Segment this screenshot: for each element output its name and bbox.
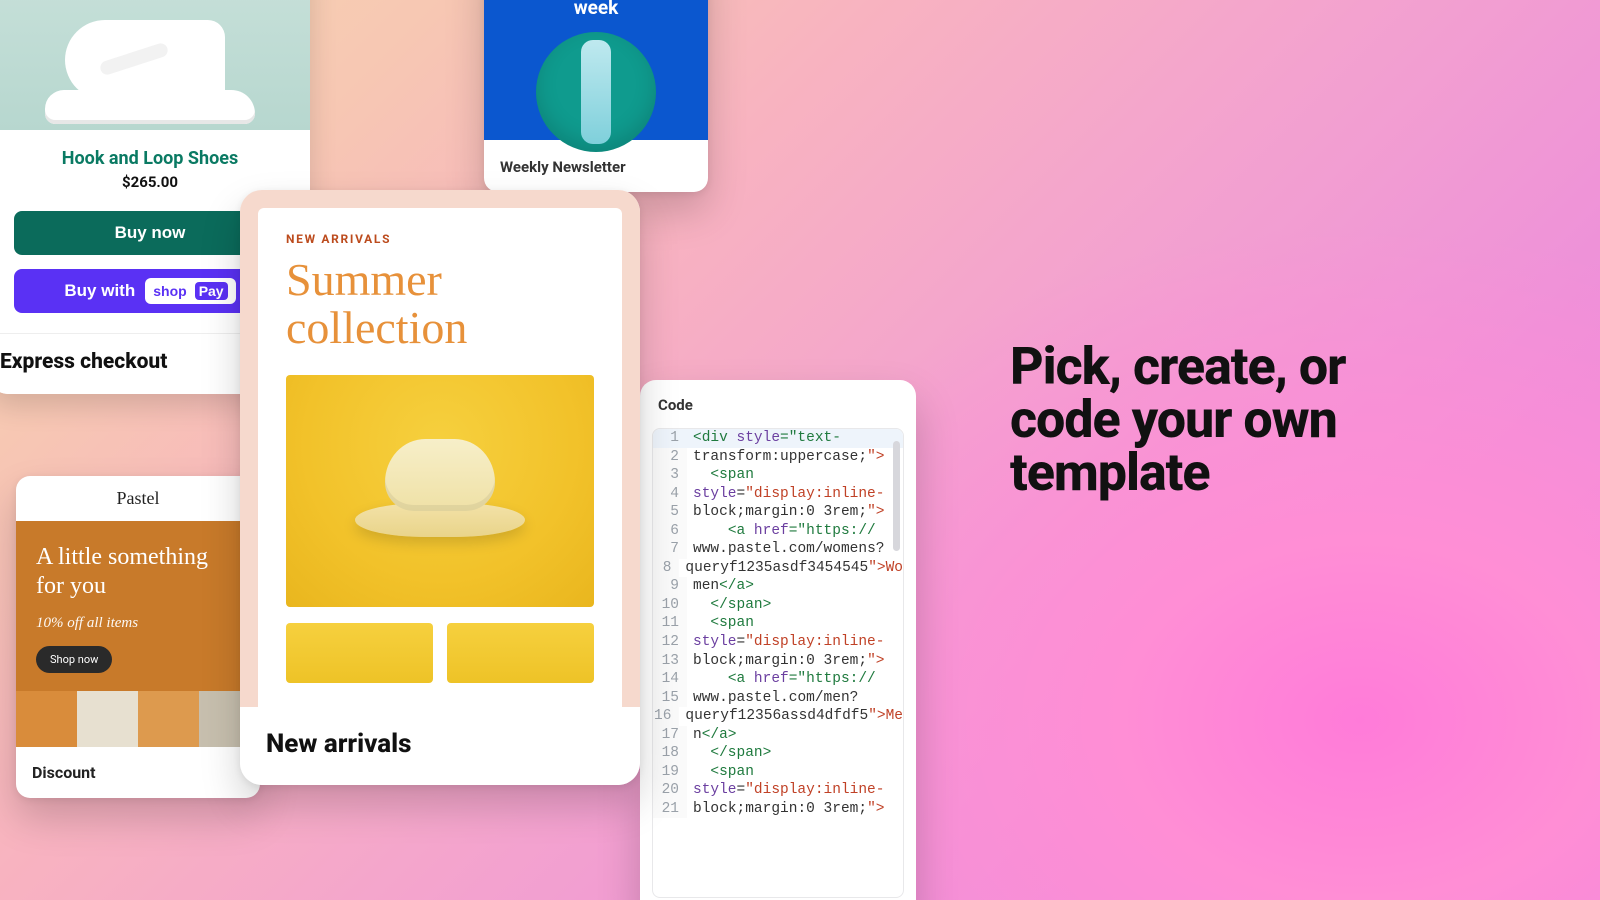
- code-line: 20style="display:inline-: [653, 781, 903, 800]
- thumb: [286, 623, 433, 683]
- line-text: www.pastel.com/womens?: [687, 540, 903, 559]
- collection-hero-image: [286, 375, 594, 607]
- line-text: <a href="https://: [687, 522, 903, 541]
- line-number: 17: [653, 726, 687, 745]
- line-number: 15: [653, 689, 687, 708]
- line-text: block;margin:0 3rem;">: [687, 652, 903, 671]
- line-number: 12: [653, 633, 687, 652]
- line-number: 21: [653, 800, 687, 819]
- product-title: Hook and Loop Shoes: [6, 148, 294, 169]
- line-text: queryf12356assd4dfdf5">Me: [679, 707, 903, 726]
- code-lines: 1<div style="text-2transform:uppercase;"…: [653, 429, 903, 818]
- product-price: $265.00: [6, 173, 294, 191]
- line-text: men</a>: [687, 577, 903, 596]
- shoe-illustration: [35, 10, 265, 130]
- code-line: 13block;margin:0 3rem;">: [653, 652, 903, 671]
- product-image: [0, 0, 310, 130]
- brand-name: Pastel: [16, 476, 260, 521]
- shop-now-button[interactable]: Shop now: [36, 646, 112, 673]
- scrollbar[interactable]: [893, 441, 900, 551]
- line-number: 8: [653, 559, 679, 578]
- code-line: 21block;margin:0 3rem;">: [653, 800, 903, 819]
- line-number: 19: [653, 763, 687, 782]
- card-caption: New arrivals: [240, 707, 640, 785]
- shop-pay-badge: shopPay: [145, 278, 235, 304]
- line-number: 10: [653, 596, 687, 615]
- line-number: 7: [653, 540, 687, 559]
- code-line: 1<div style="text-: [653, 429, 903, 448]
- template-card-discount[interactable]: Pastel A little something for you 10% of…: [16, 476, 260, 798]
- line-number: 18: [653, 744, 687, 763]
- line-number: 11: [653, 614, 687, 633]
- line-text: <div style="text-: [687, 429, 903, 448]
- shop-pay-prefix: Buy with: [64, 281, 135, 301]
- line-text: </span>: [687, 596, 903, 615]
- code-line: 12style="display:inline-: [653, 633, 903, 652]
- line-text: <a href="https://: [687, 670, 903, 689]
- code-line: 15www.pastel.com/men?: [653, 689, 903, 708]
- collection-thumbnails: [286, 623, 594, 683]
- line-text: <span: [687, 614, 903, 633]
- line-number: 20: [653, 781, 687, 800]
- promo-subtitle: 10% off all items: [36, 615, 240, 632]
- headline: Pick, create, or code your own template: [1010, 340, 1440, 499]
- line-number: 4: [653, 485, 687, 504]
- code-line: 17n</a>: [653, 726, 903, 745]
- template-card-new-arrivals[interactable]: NEW ARRIVALS Summer collection New arriv…: [240, 190, 640, 785]
- line-text: style="display:inline-: [687, 485, 903, 504]
- hat-illustration: [355, 431, 525, 551]
- code-panel-title: Code: [640, 380, 916, 420]
- code-line: 19 <span: [653, 763, 903, 782]
- line-number: 14: [653, 670, 687, 689]
- line-text: transform:uppercase;">: [687, 448, 903, 467]
- line-number: 1: [653, 429, 687, 448]
- code-line: 4style="display:inline-: [653, 485, 903, 504]
- promo-image-strip: [16, 691, 260, 747]
- line-text: block;margin:0 3rem;">: [687, 503, 903, 522]
- line-number: 13: [653, 652, 687, 671]
- code-line: 9men</a>: [653, 577, 903, 596]
- code-line: 11 <span: [653, 614, 903, 633]
- promo-hero: A little something for you 10% off all i…: [16, 521, 260, 691]
- code-line: 10 </span>: [653, 596, 903, 615]
- code-line: 7www.pastel.com/womens?: [653, 540, 903, 559]
- code-line: 18 </span>: [653, 744, 903, 763]
- promo-title: A little something for you: [36, 543, 240, 601]
- line-number: 3: [653, 466, 687, 485]
- code-line: 2transform:uppercase;">: [653, 448, 903, 467]
- code-line: 5block;margin:0 3rem;">: [653, 503, 903, 522]
- line-number: 5: [653, 503, 687, 522]
- line-text: <span: [687, 466, 903, 485]
- line-text: style="display:inline-: [687, 633, 903, 652]
- line-number: 6: [653, 522, 687, 541]
- eyebrow-label: NEW ARRIVALS: [286, 232, 594, 246]
- line-text: n</a>: [687, 726, 903, 745]
- thumb: [447, 623, 594, 683]
- line-text: </span>: [687, 744, 903, 763]
- code-line: 14 <a href="https://: [653, 670, 903, 689]
- line-text: queryf1235asdf3454545">Wo: [679, 559, 903, 578]
- code-line: 6 <a href="https://: [653, 522, 903, 541]
- code-panel[interactable]: Code 1<div style="text-2transform:upperc…: [640, 380, 916, 900]
- bottle-illustration: [536, 32, 656, 152]
- line-text: block;margin:0 3rem;">: [687, 800, 903, 819]
- code-editor[interactable]: 1<div style="text-2transform:uppercase;"…: [652, 428, 904, 898]
- newsletter-hero: Hot new products this week: [484, 0, 708, 140]
- line-number: 9: [653, 577, 687, 596]
- line-text: www.pastel.com/men?: [687, 689, 903, 708]
- template-card-weekly-newsletter[interactable]: Hot new products this week Weekly Newsle…: [484, 0, 708, 192]
- line-number: 2: [653, 448, 687, 467]
- card-caption: Discount: [16, 747, 260, 798]
- code-line: 8queryf1235asdf3454545">Wo: [653, 559, 903, 578]
- line-text: style="display:inline-: [687, 781, 903, 800]
- code-line: 3 <span: [653, 466, 903, 485]
- code-line: 16queryf12356assd4dfdf5">Me: [653, 707, 903, 726]
- collection-title: Summer collection: [286, 256, 594, 353]
- newsletter-hero-title: Hot new products this week: [484, 0, 708, 20]
- line-text: <span: [687, 763, 903, 782]
- line-number: 16: [653, 707, 679, 726]
